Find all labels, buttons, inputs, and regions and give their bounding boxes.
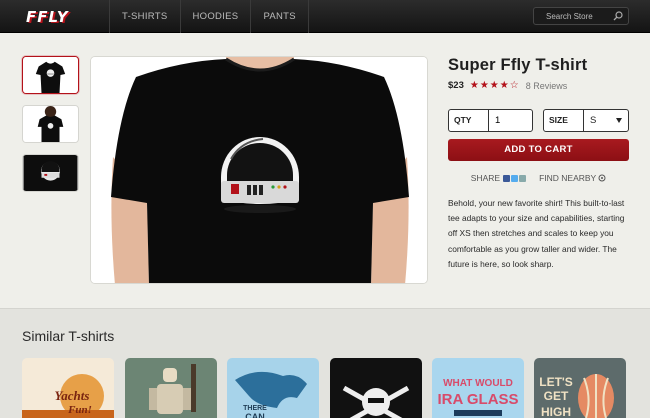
search-icon[interactable] [613, 11, 623, 21]
size-value: S [590, 115, 597, 126]
reviews-link[interactable]: 8 Reviews [526, 81, 568, 91]
similar-section: Similar T-shirts Yachts Fun! THERE CAN W… [0, 308, 650, 418]
similar-card-skull[interactable] [330, 358, 422, 418]
search-input[interactable] [534, 8, 614, 24]
skull-shirt-image [330, 358, 422, 418]
svg-text:CAN: CAN [245, 412, 265, 418]
logo[interactable]: FFLY [26, 8, 69, 26]
ira-glass-shirt-image: WHAT WOULD IRA GLASS [432, 358, 524, 418]
share-row: SHARE FIND NEARBY [448, 173, 629, 183]
thumbnail-3[interactable] [22, 154, 79, 192]
svg-text:WHAT WOULD: WHAT WOULD [443, 378, 513, 389]
quantity-field: QTY [448, 109, 533, 132]
nav-item-pants[interactable]: PANTS [250, 0, 309, 33]
chevron-down-icon [616, 118, 622, 123]
similar-card-there-can[interactable]: THERE CAN [227, 358, 319, 418]
facebook-icon[interactable] [503, 174, 511, 182]
size-select[interactable]: SIZE S [543, 109, 629, 132]
options-row: QTY SIZE S [448, 109, 629, 132]
robot-shirt-image [125, 358, 217, 418]
price-rating-row: $23 ★★★★☆ 8 Reviews [448, 80, 630, 91]
thumbnail-image [23, 155, 78, 191]
product-description: Behold, your new favorite shirt! This bu… [448, 198, 625, 269]
similar-title: Similar T-shirts [22, 328, 115, 344]
svg-text:HIGH: HIGH [541, 405, 571, 418]
svg-text:THERE: THERE [243, 405, 267, 412]
search-box [533, 7, 629, 25]
nav-item-tshirts[interactable]: T-SHIRTS [109, 0, 180, 33]
quantity-label: QTY [449, 110, 489, 131]
tshirt-illustration [91, 57, 427, 283]
top-navbar: FFLY T-SHIRTS HOODIES PANTS [0, 0, 650, 33]
svg-text:GET: GET [544, 389, 569, 403]
quantity-input[interactable] [490, 110, 532, 131]
location-icon [598, 174, 606, 182]
thumbnail-1[interactable] [22, 56, 79, 94]
product-price: $23 [448, 80, 464, 91]
main-nav: T-SHIRTS HOODIES PANTS [109, 0, 309, 33]
similar-card-yachts[interactable]: Yachts Fun! [22, 358, 114, 418]
add-to-cart-button[interactable]: ADD TO CART [448, 139, 629, 161]
thumbnail-2[interactable] [22, 105, 79, 143]
star-rating-icon: ★★★★☆ [469, 80, 520, 91]
product-info: Super Ffly T-shirt $23 ★★★★☆ 8 Reviews [448, 56, 630, 91]
lets-get-high-shirt-image: LET'S GET HIGH [534, 358, 626, 418]
share-label: SHARE [470, 173, 501, 183]
yachts-shirt-image: Yachts Fun! [22, 358, 114, 418]
size-label: SIZE [544, 110, 584, 131]
product-title: Super Ffly T-shirt [448, 56, 588, 74]
svg-text:IRA GLASS: IRA GLASS [437, 391, 518, 408]
find-nearby-link[interactable]: FIND NEARBY [539, 173, 596, 183]
nav-item-hoodies[interactable]: HOODIES [179, 0, 251, 33]
svg-text:Yachts: Yachts [55, 388, 90, 403]
svg-text:LET'S: LET'S [539, 375, 573, 389]
similar-card-ira-glass[interactable]: WHAT WOULD IRA GLASS [432, 358, 524, 418]
thumbnail-image [23, 57, 78, 93]
email-icon[interactable] [519, 174, 527, 182]
there-can-shirt-image: THERE CAN [227, 358, 319, 418]
svg-text:Fun!: Fun! [67, 404, 92, 416]
similar-card-lets-get-high[interactable]: LET'S GET HIGH [534, 358, 626, 418]
thumbnail-image [23, 106, 78, 142]
similar-card-robot[interactable] [125, 358, 217, 418]
twitter-icon[interactable] [511, 174, 519, 182]
product-main-image[interactable] [90, 56, 428, 284]
